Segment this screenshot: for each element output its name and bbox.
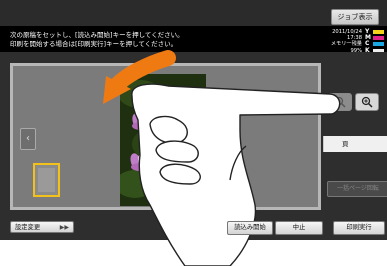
message-line-2: 印刷を開始する場合は[印刷実行]キーを押してください。	[10, 40, 178, 48]
page-thumbnail[interactable]	[33, 163, 60, 197]
top-bar: ジョブ表示	[0, 0, 387, 26]
settings-change-label: 設定変更	[15, 224, 41, 231]
toner-label: K	[365, 46, 370, 54]
toner-k-bar	[373, 48, 384, 53]
message-bar: 次の原稿をセットし、[読込み開始]キーを押してください。 印刷を開始する場合は[…	[0, 26, 387, 54]
toner-c-bar	[373, 42, 384, 46]
toner-levels: Y M C K	[365, 28, 385, 54]
zoom-in-button[interactable]	[355, 93, 379, 111]
lily-photo	[120, 74, 206, 206]
previous-page-button[interactable]: ‹	[20, 128, 36, 150]
settings-change-button[interactable]: 設定変更 ▶▶	[10, 221, 74, 233]
job-display-button[interactable]: ジョブ表示	[331, 9, 379, 25]
screen: ジョブ表示 次の原稿をセットし、[読込み開始]キーを押してください。 印刷を開始…	[0, 0, 387, 266]
stop-button[interactable]: 中止	[275, 221, 323, 235]
status-info: 2011/10/24 17:38 メモリ一残量 99%	[322, 29, 362, 54]
zoom-out-icon	[334, 96, 346, 108]
page-button[interactable]: 頁	[323, 136, 387, 152]
batch-page-rotate-button[interactable]: 一括ページ回転	[327, 181, 387, 197]
print-button[interactable]: 印刷実行	[333, 221, 385, 235]
zoom-in-icon	[361, 96, 373, 108]
zoom-out-button[interactable]	[328, 93, 352, 111]
toner-m-bar	[373, 36, 384, 40]
status-memory-value: 99%	[350, 47, 362, 54]
toner-y-bar	[373, 30, 384, 34]
start-scan-button[interactable]: 読込み開始	[227, 221, 273, 235]
double-arrow-icon: ▶▶	[59, 224, 69, 231]
scanned-page-image[interactable]	[120, 74, 206, 206]
thumbnail-image	[38, 168, 55, 192]
toner-k: K	[365, 46, 385, 54]
